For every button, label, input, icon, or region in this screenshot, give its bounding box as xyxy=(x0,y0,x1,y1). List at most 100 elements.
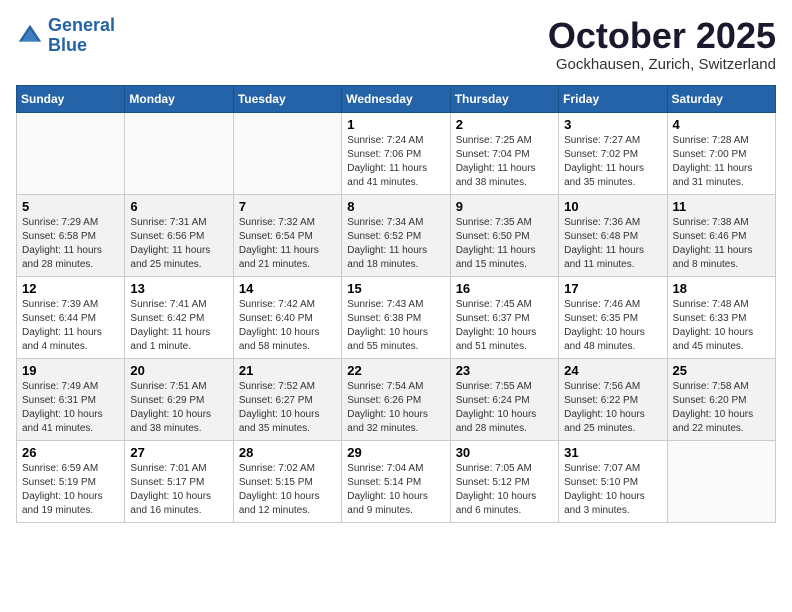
calendar-cell: 14 Sunrise: 7:42 AM Sunset: 6:40 PM Dayli… xyxy=(233,276,341,358)
calendar-week-row: 19 Sunrise: 7:49 AM Sunset: 6:31 PM Dayli… xyxy=(17,358,776,440)
calendar-week-row: 26 Sunrise: 6:59 AM Sunset: 5:19 PM Dayli… xyxy=(17,440,776,522)
logo-icon xyxy=(16,22,44,50)
col-header-monday: Monday xyxy=(125,85,233,112)
day-number: 24 xyxy=(564,363,661,378)
day-number: 15 xyxy=(347,281,444,296)
calendar-cell xyxy=(125,112,233,194)
month-title: October 2025 xyxy=(548,16,776,56)
col-header-thursday: Thursday xyxy=(450,85,558,112)
title-block: October 2025 Gockhausen, Zurich, Switzer… xyxy=(548,16,776,73)
calendar-cell: 10Sunrise: 7:36 AM Sunset: 6:48 PM Dayli… xyxy=(559,194,667,276)
day-info: Sunrise: 7:48 AM Sunset: 6:33 PM Dayligh… xyxy=(673,298,770,354)
day-info: Sunrise: 7:32 AM Sunset: 6:54 PM Dayligh… xyxy=(239,216,336,272)
calendar-cell: 21 Sunrise: 7:52 AM Sunset: 6:27 PM Dayli… xyxy=(233,358,341,440)
day-number: 23 xyxy=(456,363,553,378)
day-number: 6 xyxy=(130,199,227,214)
day-info: Sunrise: 7:55 AM Sunset: 6:24 PM Dayligh… xyxy=(456,380,553,436)
day-info: Sunrise: 7:52 AM Sunset: 6:27 PM Dayligh… xyxy=(239,380,336,436)
day-number: 30 xyxy=(456,445,553,460)
calendar-header-row: SundayMondayTuesdayWednesdayThursdayFrid… xyxy=(17,85,776,112)
calendar-cell: 5 Sunrise: 7:29 AM Sunset: 6:58 PM Daylig… xyxy=(17,194,125,276)
calendar-cell: 27Sunrise: 7:01 AM Sunset: 5:17 PM Dayli… xyxy=(125,440,233,522)
calendar-cell: 4Sunrise: 7:28 AM Sunset: 7:00 PM Daylig… xyxy=(667,112,775,194)
calendar-cell: 16Sunrise: 7:45 AM Sunset: 6:37 PM Dayli… xyxy=(450,276,558,358)
calendar-cell: 30 Sunrise: 7:05 AM Sunset: 5:12 PM Dayli… xyxy=(450,440,558,522)
calendar-cell xyxy=(233,112,341,194)
calendar-cell: 28Sunrise: 7:02 AM Sunset: 5:15 PM Dayli… xyxy=(233,440,341,522)
day-number: 1 xyxy=(347,117,444,132)
day-info: Sunrise: 7:28 AM Sunset: 7:00 PM Dayligh… xyxy=(673,134,770,190)
day-info: Sunrise: 7:42 AM Sunset: 6:40 PM Dayligh… xyxy=(239,298,336,354)
col-header-tuesday: Tuesday xyxy=(233,85,341,112)
col-header-saturday: Saturday xyxy=(667,85,775,112)
calendar-cell: 29 Sunrise: 7:04 AM Sunset: 5:14 PM Dayli… xyxy=(342,440,450,522)
day-info: Sunrise: 7:35 AM Sunset: 6:50 PM Dayligh… xyxy=(456,216,553,272)
day-number: 29 xyxy=(347,445,444,460)
day-number: 2 xyxy=(456,117,553,132)
calendar-cell: 9 Sunrise: 7:35 AM Sunset: 6:50 PM Daylig… xyxy=(450,194,558,276)
logo-line1: General xyxy=(48,15,115,35)
calendar-cell: 22Sunrise: 7:54 AM Sunset: 6:26 PM Dayli… xyxy=(342,358,450,440)
calendar-cell: 15Sunrise: 7:43 AM Sunset: 6:38 PM Dayli… xyxy=(342,276,450,358)
day-info: Sunrise: 7:27 AM Sunset: 7:02 PM Dayligh… xyxy=(564,134,661,190)
day-info: Sunrise: 7:07 AM Sunset: 5:10 PM Dayligh… xyxy=(564,462,661,518)
day-number: 21 xyxy=(239,363,336,378)
day-number: 25 xyxy=(673,363,770,378)
day-info: Sunrise: 7:56 AM Sunset: 6:22 PM Dayligh… xyxy=(564,380,661,436)
logo-text: General Blue xyxy=(48,16,115,56)
calendar-cell: 17 Sunrise: 7:46 AM Sunset: 6:35 PM Dayli… xyxy=(559,276,667,358)
day-info: Sunrise: 7:04 AM Sunset: 5:14 PM Dayligh… xyxy=(347,462,444,518)
location: Gockhausen, Zurich, Switzerland xyxy=(548,56,776,73)
day-info: Sunrise: 7:31 AM Sunset: 6:56 PM Dayligh… xyxy=(130,216,227,272)
day-number: 20 xyxy=(130,363,227,378)
calendar-table: SundayMondayTuesdayWednesdayThursdayFrid… xyxy=(16,85,776,523)
calendar-cell: 31Sunrise: 7:07 AM Sunset: 5:10 PM Dayli… xyxy=(559,440,667,522)
day-info: Sunrise: 7:29 AM Sunset: 6:58 PM Dayligh… xyxy=(22,216,119,272)
day-info: Sunrise: 7:34 AM Sunset: 6:52 PM Dayligh… xyxy=(347,216,444,272)
day-number: 12 xyxy=(22,281,119,296)
day-info: Sunrise: 7:51 AM Sunset: 6:29 PM Dayligh… xyxy=(130,380,227,436)
calendar-cell: 6 Sunrise: 7:31 AM Sunset: 6:56 PM Daylig… xyxy=(125,194,233,276)
day-number: 14 xyxy=(239,281,336,296)
calendar-cell: 13Sunrise: 7:41 AM Sunset: 6:42 PM Dayli… xyxy=(125,276,233,358)
day-info: Sunrise: 7:05 AM Sunset: 5:12 PM Dayligh… xyxy=(456,462,553,518)
calendar-cell: 3 Sunrise: 7:27 AM Sunset: 7:02 PM Daylig… xyxy=(559,112,667,194)
day-info: Sunrise: 7:01 AM Sunset: 5:17 PM Dayligh… xyxy=(130,462,227,518)
day-number: 11 xyxy=(673,199,770,214)
day-info: Sunrise: 7:46 AM Sunset: 6:35 PM Dayligh… xyxy=(564,298,661,354)
calendar-cell: 8Sunrise: 7:34 AM Sunset: 6:52 PM Daylig… xyxy=(342,194,450,276)
day-info: Sunrise: 7:36 AM Sunset: 6:48 PM Dayligh… xyxy=(564,216,661,272)
day-info: Sunrise: 7:02 AM Sunset: 5:15 PM Dayligh… xyxy=(239,462,336,518)
calendar-cell: 11Sunrise: 7:38 AM Sunset: 6:46 PM Dayli… xyxy=(667,194,775,276)
day-info: Sunrise: 7:54 AM Sunset: 6:26 PM Dayligh… xyxy=(347,380,444,436)
day-info: Sunrise: 7:58 AM Sunset: 6:20 PM Dayligh… xyxy=(673,380,770,436)
day-number: 26 xyxy=(22,445,119,460)
calendar-cell xyxy=(667,440,775,522)
day-info: Sunrise: 7:24 AM Sunset: 7:06 PM Dayligh… xyxy=(347,134,444,190)
calendar-cell: 20 Sunrise: 7:51 AM Sunset: 6:29 PM Dayli… xyxy=(125,358,233,440)
calendar-week-row: 1 Sunrise: 7:24 AM Sunset: 7:06 PM Daylig… xyxy=(17,112,776,194)
col-header-sunday: Sunday xyxy=(17,85,125,112)
calendar-cell: 2Sunrise: 7:25 AM Sunset: 7:04 PM Daylig… xyxy=(450,112,558,194)
calendar-cell xyxy=(17,112,125,194)
day-number: 5 xyxy=(22,199,119,214)
logo-line2: Blue xyxy=(48,35,87,55)
calendar-cell: 1 Sunrise: 7:24 AM Sunset: 7:06 PM Daylig… xyxy=(342,112,450,194)
day-info: Sunrise: 7:49 AM Sunset: 6:31 PM Dayligh… xyxy=(22,380,119,436)
calendar-cell: 24 Sunrise: 7:56 AM Sunset: 6:22 PM Dayli… xyxy=(559,358,667,440)
calendar-cell: 25 Sunrise: 7:58 AM Sunset: 6:20 PM Dayli… xyxy=(667,358,775,440)
day-number: 3 xyxy=(564,117,661,132)
day-number: 7 xyxy=(239,199,336,214)
day-number: 19 xyxy=(22,363,119,378)
day-number: 18 xyxy=(673,281,770,296)
day-number: 13 xyxy=(130,281,227,296)
page-header: General Blue October 2025 Gockhausen, Zu… xyxy=(16,16,776,73)
calendar-cell: 12Sunrise: 7:39 AM Sunset: 6:44 PM Dayli… xyxy=(17,276,125,358)
day-number: 17 xyxy=(564,281,661,296)
calendar-cell: 7 Sunrise: 7:32 AM Sunset: 6:54 PM Daylig… xyxy=(233,194,341,276)
day-number: 9 xyxy=(456,199,553,214)
calendar-cell: 23 Sunrise: 7:55 AM Sunset: 6:24 PM Dayli… xyxy=(450,358,558,440)
col-header-wednesday: Wednesday xyxy=(342,85,450,112)
calendar-week-row: 12Sunrise: 7:39 AM Sunset: 6:44 PM Dayli… xyxy=(17,276,776,358)
day-info: Sunrise: 6:59 AM Sunset: 5:19 PM Dayligh… xyxy=(22,462,119,518)
